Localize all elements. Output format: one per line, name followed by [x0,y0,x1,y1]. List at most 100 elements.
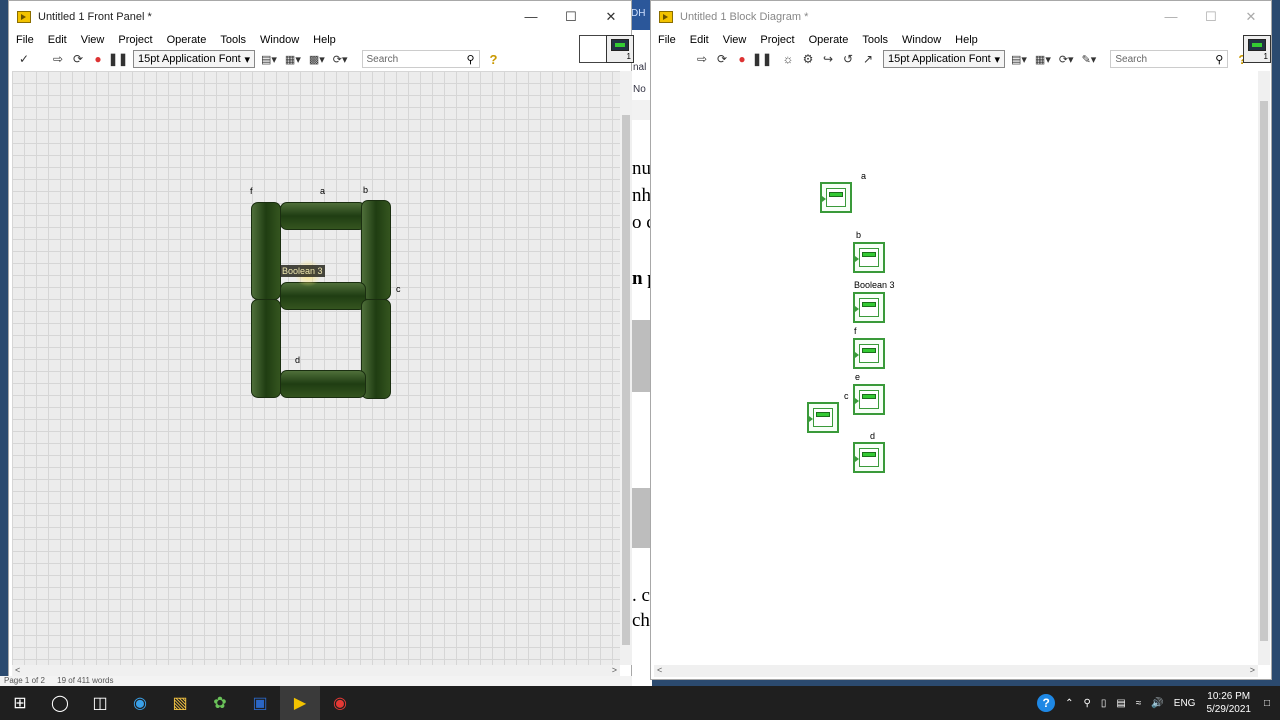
labview-taskbar-icon[interactable]: ▶ [280,686,320,720]
checkmark-icon[interactable]: ✓ [15,50,33,68]
scroll-right-icon[interactable]: > [612,665,617,675]
clean-up-diagram-icon[interactable]: ✎▾ [1082,53,1097,66]
step-over-icon[interactable]: ↺ [839,50,857,68]
menu-file[interactable]: File [16,34,34,46]
run-arrow-icon[interactable]: ⇨ [693,50,711,68]
retain-wire-values-icon[interactable]: ⚙ [799,50,817,68]
boolean-terminal-boolean-3[interactable] [853,292,885,323]
screen-recorder-icon[interactable]: ◉ [320,686,360,720]
menu-view[interactable]: View [723,34,747,46]
close-button[interactable]: ✕ [591,1,631,32]
distribute-objects-icon[interactable]: ▦▾ [285,53,301,66]
block-diagram-canvas[interactable]: a b Boolean 3 f e c d [654,71,1258,665]
pause-icon[interactable]: ❚❚ [752,50,772,68]
search-icon[interactable]: ⚲ [466,53,474,66]
maximize-button[interactable]: ☐ [551,1,591,32]
menu-operate[interactable]: Operate [167,34,207,46]
help-tray-icon[interactable]: ? [1037,694,1056,712]
scroll-left-icon[interactable]: < [15,665,20,675]
front-panel-canvas[interactable]: f a b c d Boolean 3 [12,71,620,665]
boolean-terminal-b[interactable] [853,242,885,273]
menu-tools[interactable]: Tools [862,34,888,46]
language-indicator[interactable]: ENG [1174,698,1196,709]
close-button[interactable]: ✕ [1231,1,1271,32]
battery-icon[interactable]: ▯ [1101,698,1107,709]
highlight-execution-icon[interactable]: ☼ [779,50,797,68]
wifi-icon[interactable]: ≈ [1136,698,1142,709]
boolean-terminal-f[interactable] [853,338,885,369]
vi-icon[interactable]: 1 [606,35,634,63]
vi-icon[interactable]: 1 [1243,35,1271,63]
menu-edit[interactable]: Edit [690,34,709,46]
chevron-up-icon[interactable]: ⌃ [1065,698,1073,709]
abort-icon[interactable]: ● [733,50,751,68]
vertical-scrollbar[interactable] [1258,71,1270,665]
search-icon[interactable]: ⚲ [1215,53,1223,66]
menu-help[interactable]: Help [313,34,336,46]
menu-project[interactable]: Project [118,34,152,46]
segment-b[interactable] [361,200,391,300]
menu-edit[interactable]: Edit [48,34,67,46]
windows-start-icon[interactable]: ⊞ [0,686,40,720]
align-objects-icon[interactable]: ▤▾ [1011,53,1027,66]
menu-tools[interactable]: Tools [220,34,246,46]
scroll-right-icon[interactable]: > [1250,665,1255,675]
minimize-button[interactable]: — [1151,1,1191,32]
scrollbar-thumb[interactable] [622,115,630,645]
segment-g[interactable] [280,282,366,310]
connector-pane[interactable] [579,35,607,63]
run-continuously-icon[interactable]: ⟳ [69,50,87,68]
segment-d[interactable] [280,370,366,398]
search-input[interactable]: Search [1115,54,1147,65]
maximize-button[interactable]: ☐ [1191,1,1231,32]
segment-a[interactable] [280,202,366,230]
menu-window[interactable]: Window [260,34,299,46]
help-icon[interactable]: ? [486,51,502,67]
word-icon[interactable]: ▣ [240,686,280,720]
abort-icon[interactable]: ● [89,50,107,68]
network-icon[interactable]: ▤ [1116,698,1125,709]
horizontal-scrollbar[interactable]: < > [654,665,1258,677]
font-selector[interactable]: 15pt Application Font ▾ [133,50,255,68]
location-icon[interactable]: ⚲ [1084,698,1091,709]
search-circle-icon[interactable]: ◯ [40,686,80,720]
run-arrow-icon[interactable]: ⇨ [49,50,67,68]
block-diagram-titlebar[interactable]: Untitled 1 Block Diagram * — ☐ ✕ [651,1,1271,32]
distribute-objects-icon[interactable]: ▦▾ [1035,53,1051,66]
boolean-terminal-d[interactable] [853,442,885,473]
task-view-icon[interactable]: ◫ [80,686,120,720]
menu-view[interactable]: View [81,34,105,46]
menu-window[interactable]: Window [902,34,941,46]
vertical-scrollbar[interactable] [620,71,632,665]
notification-icon[interactable]: □ [1264,698,1270,709]
boolean-terminal-e[interactable] [853,384,885,415]
search-box[interactable]: Search ⚲ [1110,50,1229,68]
step-into-icon[interactable]: ↪ [819,50,837,68]
pause-icon[interactable]: ❚❚ [108,50,128,68]
reorder-icon[interactable]: ⟳▾ [1059,53,1074,66]
minimize-button[interactable]: — [511,1,551,32]
menu-project[interactable]: Project [760,34,794,46]
menu-help[interactable]: Help [955,34,978,46]
run-continuously-icon[interactable]: ⟳ [713,50,731,68]
boolean-terminal-c[interactable] [807,402,839,433]
step-out-icon[interactable]: ↗ [859,50,877,68]
reorder-icon[interactable]: ⟳▾ [333,53,348,66]
volume-icon[interactable]: 🔊 [1151,698,1163,709]
menu-file[interactable]: File [658,34,676,46]
segment-f[interactable] [251,202,281,300]
segment-e[interactable] [251,299,281,398]
clock[interactable]: 10:26 PM 5/29/2021 [1206,690,1251,716]
align-objects-icon[interactable]: ▤▾ [261,53,277,66]
font-selector[interactable]: 15pt Application Font ▾ [883,50,1005,68]
menu-operate[interactable]: Operate [809,34,849,46]
resize-objects-icon[interactable]: ▩▾ [309,53,325,66]
scroll-left-icon[interactable]: < [657,665,662,675]
edge-browser-icon[interactable]: ◉ [120,686,160,720]
boolean-terminal-a[interactable] [820,182,852,213]
file-explorer-icon[interactable]: ▧ [160,686,200,720]
search-box[interactable]: Search ⚲ [361,50,480,68]
front-panel-titlebar[interactable]: Untitled 1 Front Panel * — ☐ ✕ [9,1,631,32]
scrollbar-thumb[interactable] [1260,101,1268,641]
search-input[interactable]: Search [367,54,399,65]
